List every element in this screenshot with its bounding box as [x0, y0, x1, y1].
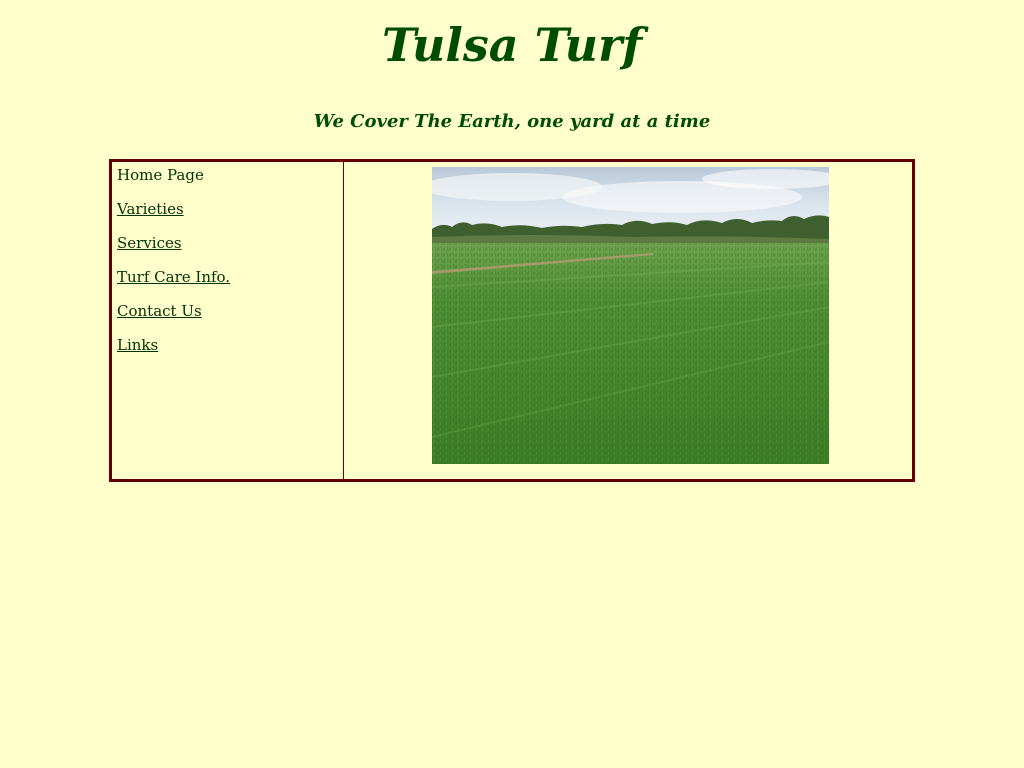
nav-item-services: Services [117, 234, 343, 252]
turf-field-photo [432, 167, 829, 464]
nav-services-link[interactable]: Services [117, 234, 182, 252]
site-title: Tulsa Turf [381, 18, 643, 72]
layout-table: Home Page Varieties Services Turf Care I… [109, 159, 915, 482]
navigation-sidebar: Home Page Varieties Services Turf Care I… [112, 162, 344, 479]
nav-contact-link[interactable]: Contact Us [117, 302, 202, 320]
nav-links-link[interactable]: Links [117, 336, 158, 354]
nav-list: Home Page Varieties Services Turf Care I… [112, 162, 343, 354]
nav-item-links: Links [117, 336, 343, 354]
nav-item-contact: Contact Us [117, 302, 343, 320]
site-tagline: We Cover The Earth, one yard at a time [313, 111, 711, 132]
nav-item-turf-care: Turf Care Info. [117, 268, 343, 286]
nav-home-label: Home Page [117, 166, 204, 184]
turf-field-image [432, 167, 829, 464]
nav-turf-care-link[interactable]: Turf Care Info. [117, 268, 230, 286]
main-content [344, 162, 912, 479]
nav-item-home: Home Page [117, 166, 343, 184]
nav-varieties-link[interactable]: Varieties [117, 200, 184, 218]
nav-item-varieties: Varieties [117, 200, 343, 218]
